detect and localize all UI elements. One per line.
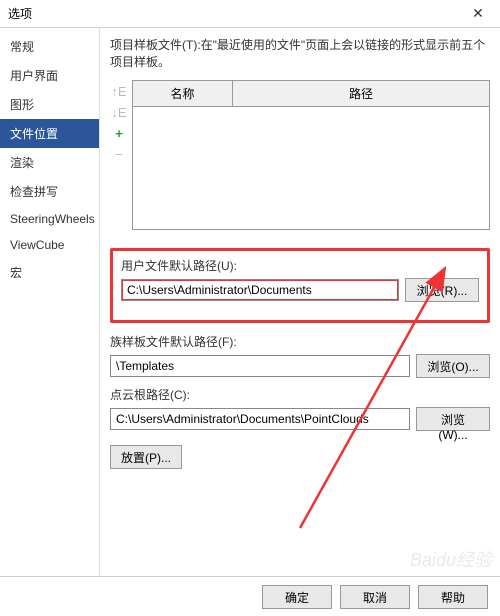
content-panel: 项目样板文件(T):在"最近使用的文件"页面上会以链接的形式显示前五个项目样板。…: [100, 28, 500, 576]
help-button[interactable]: 帮助: [418, 585, 488, 609]
cancel-button[interactable]: 取消: [340, 585, 410, 609]
sidebar-item-viewcube[interactable]: ViewCube: [0, 232, 99, 258]
point-cloud-input[interactable]: [110, 408, 410, 430]
sidebar-item-macros[interactable]: 宏: [0, 258, 99, 287]
dialog-footer: 确定 取消 帮助: [0, 576, 500, 616]
sidebar-item-graphics[interactable]: 图形: [0, 90, 99, 119]
add-icon[interactable]: +: [115, 126, 123, 141]
point-cloud-label: 点云根路径(C):: [110, 386, 490, 403]
reorder-icons: ↑E ↓E + −: [110, 80, 128, 230]
titlebar: 选项 ✕: [0, 0, 500, 28]
move-up-icon[interactable]: ↑E: [111, 84, 126, 99]
user-files-label: 用户文件默认路径(U):: [121, 257, 479, 274]
template-table[interactable]: 名称 路径: [132, 80, 490, 230]
user-files-input[interactable]: [121, 279, 399, 301]
sidebar-item-file-locations[interactable]: 文件位置: [0, 119, 99, 148]
browse-o-button[interactable]: 浏览(O)...: [416, 354, 490, 378]
table-header: 名称 路径: [133, 81, 489, 107]
template-table-area: ↑E ↓E + − 名称 路径: [110, 80, 490, 230]
ok-button[interactable]: 确定: [262, 585, 332, 609]
user-files-section-highlighted: 用户文件默认路径(U): 浏览(R)...: [110, 248, 490, 323]
sidebar-item-rendering[interactable]: 渲染: [0, 148, 99, 177]
family-template-section: 族样板文件默认路径(F): 浏览(O)...: [110, 333, 490, 378]
sidebar-item-ui[interactable]: 用户界面: [0, 61, 99, 90]
sidebar-item-spelling[interactable]: 检查拼写: [0, 177, 99, 206]
browse-r-button[interactable]: 浏览(R)...: [405, 278, 479, 302]
remove-icon[interactable]: −: [115, 147, 123, 162]
sidebar-item-general[interactable]: 常规: [0, 32, 99, 61]
window-title: 选项: [8, 5, 464, 22]
place-button[interactable]: 放置(P)...: [110, 445, 182, 469]
family-template-label: 族样板文件默认路径(F):: [110, 333, 490, 350]
main-area: 常规 用户界面 图形 文件位置 渲染 检查拼写 SteeringWheels V…: [0, 28, 500, 576]
point-cloud-section: 点云根路径(C): 浏览(W)...: [110, 386, 490, 431]
browse-w-button[interactable]: 浏览(W)...: [416, 407, 490, 431]
family-template-input[interactable]: [110, 355, 410, 377]
sidebar-item-steeringwheels[interactable]: SteeringWheels: [0, 206, 99, 232]
description-text: 项目样板文件(T):在"最近使用的文件"页面上会以链接的形式显示前五个项目样板。: [110, 36, 490, 70]
col-name: 名称: [133, 81, 233, 106]
move-down-icon[interactable]: ↓E: [111, 105, 126, 120]
close-icon[interactable]: ✕: [464, 2, 492, 26]
sidebar: 常规 用户界面 图形 文件位置 渲染 检查拼写 SteeringWheels V…: [0, 28, 100, 576]
col-path: 路径: [233, 81, 489, 106]
